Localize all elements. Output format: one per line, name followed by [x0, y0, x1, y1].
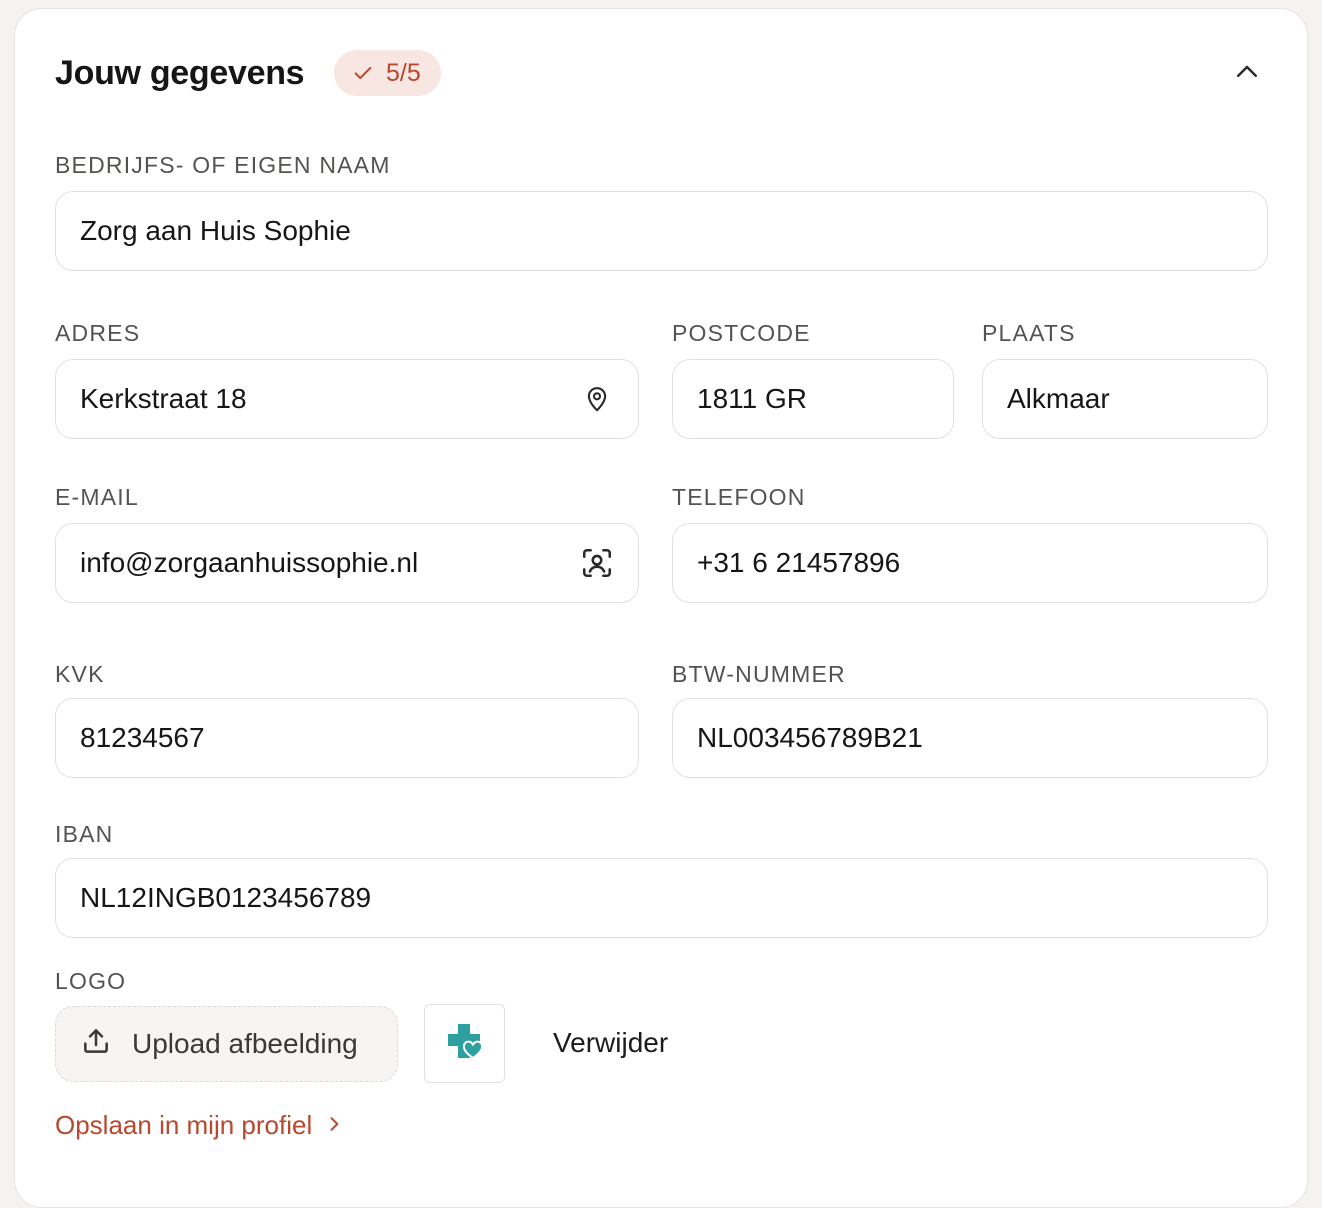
- postcode-value: 1811 GR: [697, 383, 807, 414]
- city-field[interactable]: Alkmaar: [982, 359, 1268, 439]
- iban-value: NL12INGB0123456789: [80, 882, 372, 913]
- save-to-profile-link[interactable]: Opslaan in mijn profiel: [55, 1108, 344, 1142]
- chevron-right-icon: [324, 1108, 344, 1142]
- email-label: E-MAIL: [55, 484, 139, 510]
- email-field[interactable]: info@zorgaanhuissophie.nl: [55, 523, 639, 603]
- details-card: Jouw gegevens 5/5 BEDRIJFS- OF EIGEN NAA…: [14, 8, 1308, 1208]
- map-pin-icon[interactable]: [580, 382, 614, 416]
- postcode-field[interactable]: 1811 GR: [672, 359, 954, 439]
- section-title: Jouw gegevens: [55, 54, 305, 92]
- upload-label: Upload afbeelding: [132, 1028, 358, 1059]
- address-field[interactable]: Kerkstraat 18: [55, 359, 639, 439]
- vat-label: BTW-NUMMER: [672, 661, 846, 687]
- kvk-value: 81234567: [80, 722, 205, 753]
- medical-cross-heart-icon: [444, 1020, 486, 1067]
- address-label: ADRES: [55, 320, 141, 346]
- check-icon: [352, 62, 374, 84]
- save-to-profile-label: Opslaan in mijn profiel: [55, 1110, 313, 1140]
- upload-icon: [80, 1025, 112, 1064]
- chevron-up-icon: [1232, 57, 1262, 92]
- company-name-label: BEDRIJFS- OF EIGEN NAAM: [55, 152, 391, 178]
- phone-value: +31 6 21457896: [697, 547, 901, 578]
- email-value: info@zorgaanhuissophie.nl: [80, 547, 419, 578]
- company-name-value: Zorg aan Huis Sophie: [80, 215, 351, 246]
- phone-label: TELEFOON: [672, 484, 806, 510]
- logo-label: LOGO: [55, 968, 127, 994]
- contact-scan-icon[interactable]: [580, 546, 614, 580]
- phone-field[interactable]: +31 6 21457896: [672, 523, 1268, 603]
- completion-count: 5/5: [386, 58, 421, 87]
- iban-field[interactable]: NL12INGB0123456789: [55, 858, 1268, 938]
- postcode-label: POSTCODE: [672, 320, 811, 346]
- remove-logo-button[interactable]: Verwijder: [553, 1025, 668, 1061]
- company-name-field[interactable]: Zorg aan Huis Sophie: [55, 191, 1268, 271]
- logo-preview: [424, 1004, 505, 1083]
- city-label: PLAATS: [982, 320, 1076, 346]
- vat-field[interactable]: NL003456789B21: [672, 698, 1268, 778]
- completion-badge: 5/5: [334, 50, 441, 96]
- kvk-field[interactable]: 81234567: [55, 698, 639, 778]
- collapse-button[interactable]: [1229, 58, 1265, 90]
- iban-label: IBAN: [55, 821, 114, 847]
- upload-image-button[interactable]: Upload afbeelding: [55, 1006, 398, 1082]
- address-value: Kerkstraat 18: [80, 383, 247, 414]
- vat-value: NL003456789B21: [697, 722, 923, 753]
- kvk-label: KVK: [55, 661, 105, 687]
- city-value: Alkmaar: [1007, 383, 1110, 414]
